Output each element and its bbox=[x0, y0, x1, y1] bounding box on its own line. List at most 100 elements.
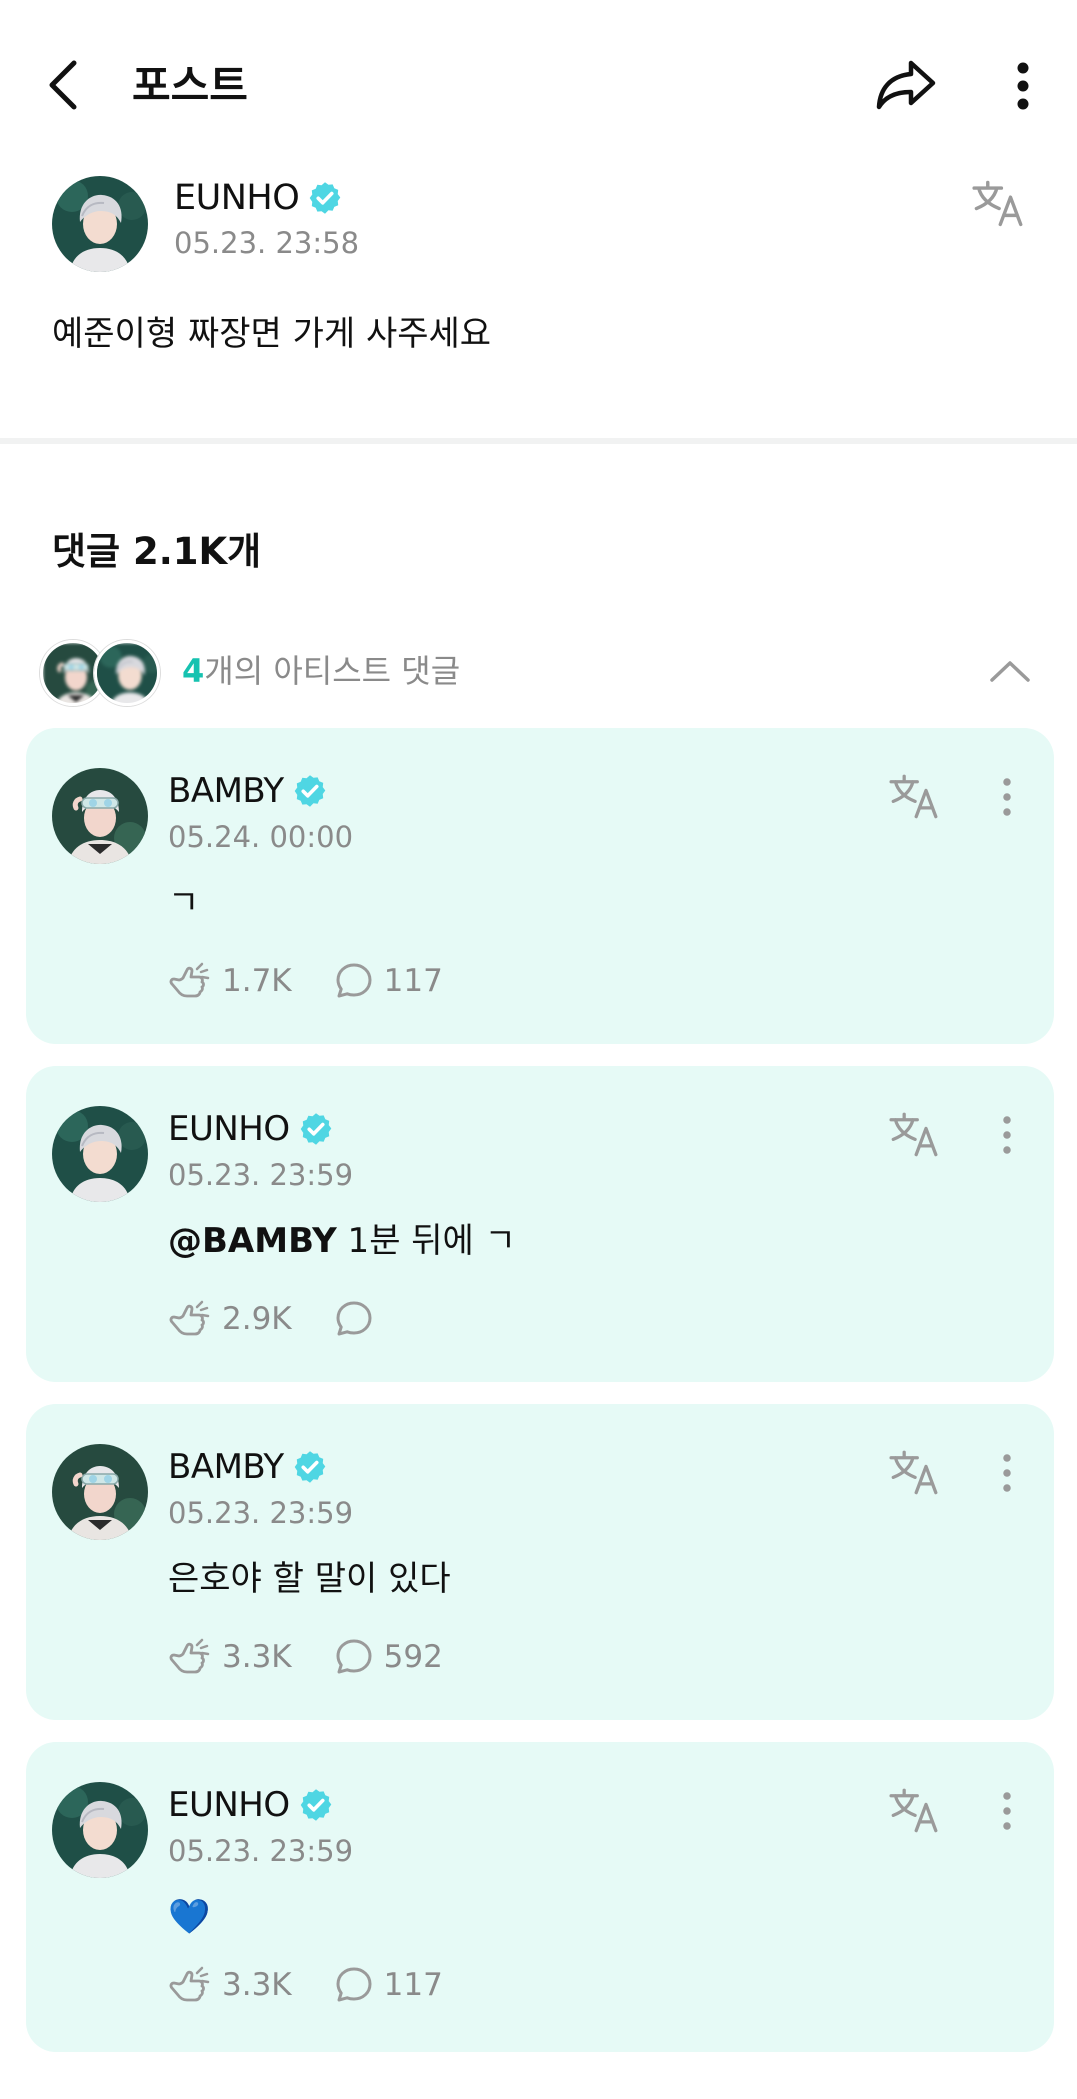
comment-timestamp: 05.23. 23:59 bbox=[168, 1834, 354, 1868]
author-row: BAMBY bbox=[168, 1444, 328, 1490]
comment-author[interactable]: EUNHO bbox=[168, 1109, 290, 1149]
comment-actions: 2.9K bbox=[168, 1294, 426, 1344]
artist-comment-card: BAMBY 05.24. 00:00 ㄱ 1.7K 117 bbox=[26, 728, 1054, 1044]
more-vertical-icon bbox=[1002, 1790, 1012, 1832]
reply-icon bbox=[334, 1637, 374, 1677]
author-row: EUNHO bbox=[168, 1782, 334, 1828]
author-row: BAMBY bbox=[168, 768, 328, 814]
author-name[interactable]: EUNHO bbox=[174, 178, 300, 218]
comment-text: 💙 bbox=[168, 1892, 210, 1942]
verified-badge-icon bbox=[298, 1787, 334, 1823]
comment-mention[interactable]: @BAMBY bbox=[168, 1221, 337, 1261]
comment-actions: 1.7K 117 bbox=[168, 956, 485, 1006]
avatar-image bbox=[97, 643, 160, 706]
avatar-image bbox=[52, 768, 148, 864]
translate-button[interactable] bbox=[884, 1446, 944, 1500]
like-count: 3.3K bbox=[222, 1639, 292, 1675]
reply-icon bbox=[334, 1965, 374, 2005]
artist-comment-card: EUNHO 05.23. 23:59 @BAMBY 1분 뒤에 ㄱ 2.9K bbox=[26, 1066, 1054, 1382]
comment-menu-button[interactable] bbox=[992, 1446, 1022, 1500]
translate-button[interactable] bbox=[968, 176, 1028, 232]
post-body: 예준이형 짜장면 가게 사주세요 bbox=[52, 314, 492, 354]
like-icon bbox=[168, 1637, 212, 1677]
translate-button[interactable] bbox=[884, 770, 944, 824]
artist-comments-label: 4개의 아티스트 댓글 bbox=[182, 646, 460, 696]
reply-icon bbox=[334, 1299, 374, 1339]
artist-comment-card: EUNHO 05.23. 23:59 💙 3.3K 117 bbox=[26, 1742, 1054, 2052]
reply-button[interactable]: 592 bbox=[334, 1637, 443, 1677]
main-post: EUNHO 05.23. 23:58 예준이형 짜장면 가게 사주세요 bbox=[0, 170, 1077, 440]
artist-comments-text: 개의 아티스트 댓글 bbox=[204, 652, 461, 690]
comment-text: 은호야 할 말이 있다 bbox=[168, 1554, 451, 1604]
author-row: EUNHO bbox=[168, 1106, 334, 1152]
comments-heading: 댓글 2.1K개 bbox=[52, 530, 262, 573]
translate-icon bbox=[887, 1787, 941, 1835]
share-button[interactable] bbox=[872, 52, 940, 116]
like-button[interactable]: 2.9K bbox=[168, 1299, 292, 1339]
artist-comments-toggle[interactable]: 4개의 아티스트 댓글 bbox=[40, 636, 1040, 708]
avatar-image bbox=[52, 1444, 148, 1540]
comment-actions: 3.3K 592 bbox=[168, 1632, 485, 1682]
comment-author[interactable]: BAMBY bbox=[168, 771, 284, 811]
more-vertical-icon bbox=[1002, 776, 1012, 818]
comment-text: @BAMBY 1분 뒤에 ㄱ bbox=[168, 1216, 516, 1266]
post-timestamp: 05.23. 23:58 bbox=[174, 226, 360, 260]
share-icon bbox=[876, 60, 936, 110]
like-icon bbox=[168, 961, 212, 1001]
verified-badge-icon bbox=[292, 773, 328, 809]
translate-icon bbox=[887, 773, 941, 821]
comment-author[interactable]: BAMBY bbox=[168, 1447, 284, 1487]
like-button[interactable]: 3.3K bbox=[168, 1637, 292, 1677]
comment-body: 💙 bbox=[168, 1897, 211, 1937]
like-button[interactable]: 3.3K bbox=[168, 1965, 292, 2005]
more-vertical-icon bbox=[1002, 1452, 1012, 1494]
more-vertical-icon bbox=[1017, 62, 1029, 110]
reply-button[interactable]: 117 bbox=[334, 961, 443, 1001]
arrow-left-icon bbox=[49, 60, 77, 110]
translate-icon bbox=[887, 1111, 941, 1159]
avatar-image bbox=[52, 1106, 148, 1202]
reply-icon bbox=[334, 961, 374, 1001]
more-options-button[interactable] bbox=[1000, 55, 1046, 117]
like-button[interactable]: 1.7K bbox=[168, 961, 292, 1001]
reply-button[interactable] bbox=[334, 1299, 384, 1339]
comment-timestamp: 05.23. 23:59 bbox=[168, 1158, 354, 1192]
section-divider bbox=[0, 438, 1077, 444]
avatar[interactable] bbox=[52, 768, 148, 864]
page-title: 포스트 bbox=[132, 61, 248, 110]
collapse-button[interactable] bbox=[982, 646, 1038, 696]
comment-menu-button[interactable] bbox=[992, 1108, 1022, 1162]
avatar-image bbox=[52, 1782, 148, 1878]
like-count: 1.7K bbox=[222, 963, 292, 999]
like-count: 2.9K bbox=[222, 1301, 292, 1337]
comment-timestamp: 05.24. 00:00 bbox=[168, 820, 354, 854]
verified-badge-icon bbox=[292, 1449, 328, 1485]
like-icon bbox=[168, 1965, 212, 2005]
back-button[interactable] bbox=[38, 55, 88, 115]
avatar bbox=[94, 640, 160, 706]
avatar[interactable] bbox=[52, 176, 148, 272]
artist-avatar-stack bbox=[40, 640, 166, 706]
comment-body: 은호야 할 말이 있다 bbox=[168, 1559, 451, 1599]
like-icon bbox=[168, 1299, 212, 1339]
chevron-up-icon bbox=[990, 661, 1030, 682]
author-row: EUNHO bbox=[174, 174, 343, 222]
translate-button[interactable] bbox=[884, 1784, 944, 1838]
comment-body: ㄱ bbox=[168, 883, 200, 923]
comment-author[interactable]: EUNHO bbox=[168, 1785, 290, 1825]
artist-comment-card: BAMBY 05.23. 23:59 은호야 할 말이 있다 3.3K 592 bbox=[26, 1404, 1054, 1720]
avatar[interactable] bbox=[52, 1782, 148, 1878]
like-count: 3.3K bbox=[222, 1967, 292, 2003]
avatar[interactable] bbox=[52, 1106, 148, 1202]
verified-badge-icon bbox=[307, 180, 343, 216]
artist-comment-count: 4 bbox=[182, 652, 205, 690]
comment-body: 1분 뒤에 ㄱ bbox=[336, 1221, 516, 1261]
reply-button[interactable]: 117 bbox=[334, 1965, 443, 2005]
translate-button[interactable] bbox=[884, 1108, 944, 1162]
verified-badge-icon bbox=[298, 1111, 334, 1147]
avatar[interactable] bbox=[52, 1444, 148, 1540]
comment-timestamp: 05.23. 23:59 bbox=[168, 1496, 354, 1530]
comment-menu-button[interactable] bbox=[992, 1784, 1022, 1838]
avatar-image bbox=[52, 176, 148, 272]
comment-menu-button[interactable] bbox=[992, 770, 1022, 824]
